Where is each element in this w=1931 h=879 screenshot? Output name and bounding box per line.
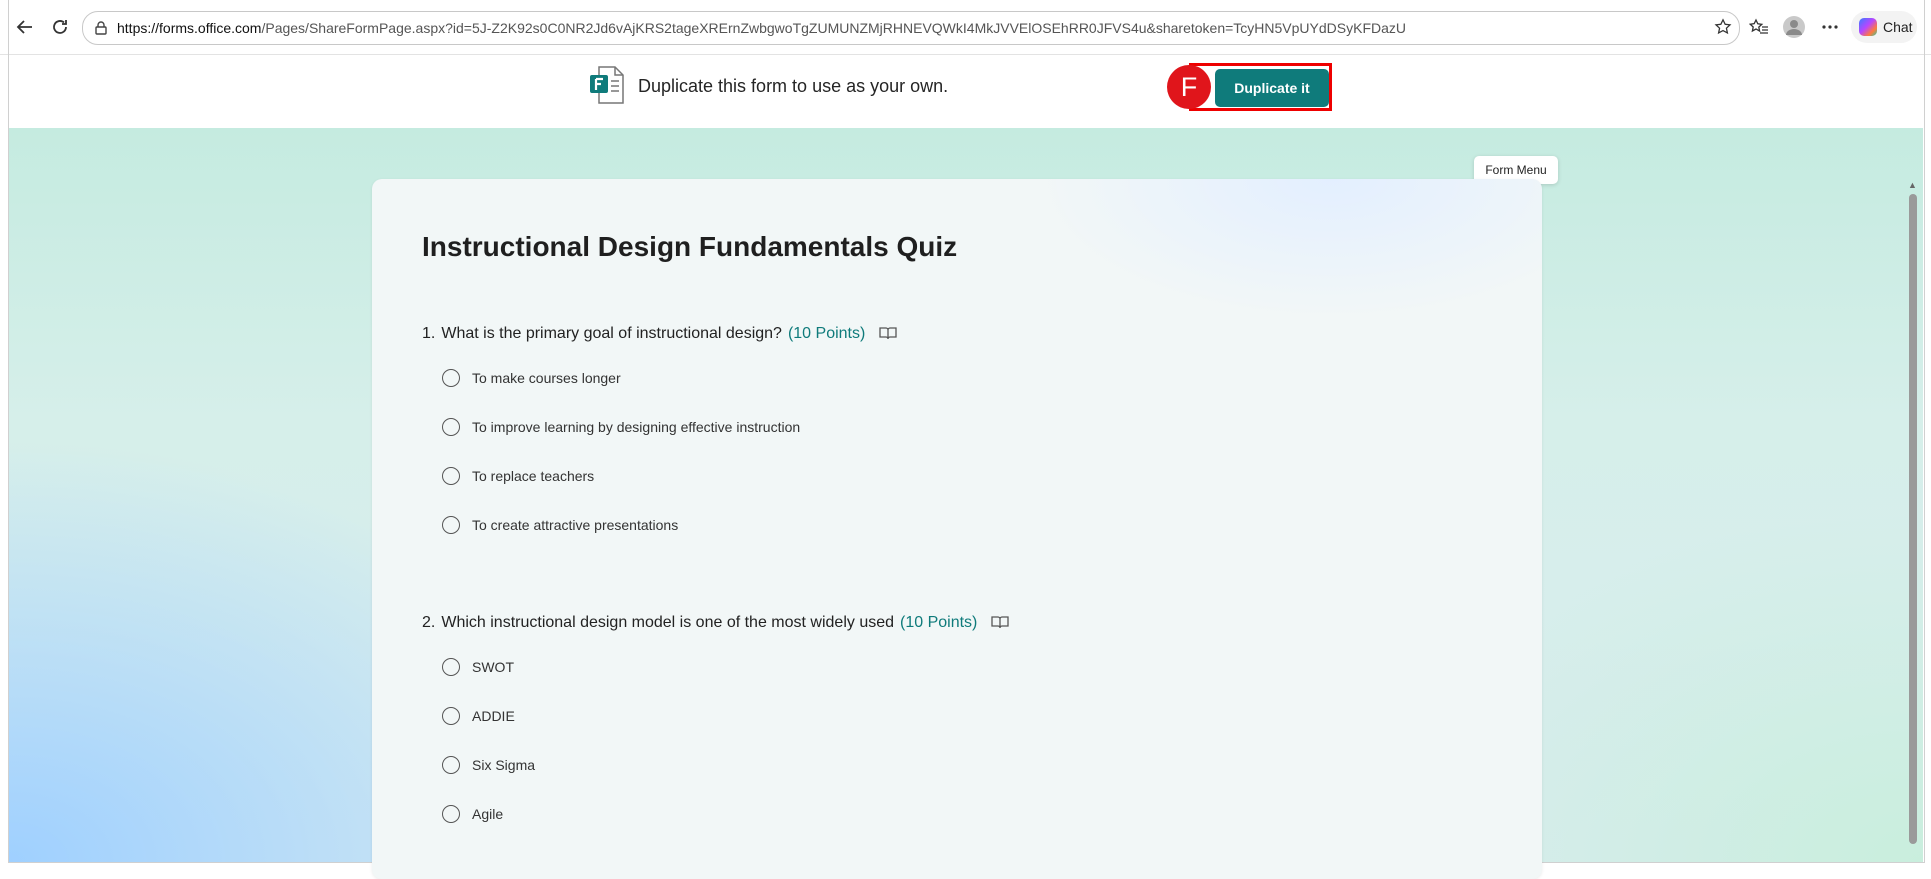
option-radio[interactable]: To improve learning by designing effecti… [442,418,800,436]
form-card: Instructional Design Fundamentals Quiz 1… [372,179,1542,879]
option-label: To make courses longer [472,370,621,386]
option-radio[interactable]: Agile [442,805,503,823]
duplicate-banner: Duplicate this form to use as your own. … [9,55,1923,128]
option-radio[interactable]: To create attractive presentations [442,516,678,534]
question-points: (10 Points) [787,325,866,342]
radio-button[interactable] [442,418,460,436]
question-2: 2. Which instructional design model is o… [422,614,1010,632]
radio-button[interactable] [442,658,460,676]
radio-button[interactable] [442,707,460,725]
radio-button[interactable] [442,756,460,774]
scroll-up-arrow-icon[interactable]: ▲ [1908,180,1917,190]
question-points: (10 Points) [900,614,978,631]
question-text: What is the primary goal of instructiona… [441,325,782,342]
option-radio[interactable]: SWOT [442,658,514,676]
form-title: Instructional Design Fundamentals Quiz [422,231,958,262]
question-text: Which instructional design model is one … [441,614,895,631]
option-label: SWOT [472,659,514,675]
option-radio[interactable]: To replace teachers [442,467,594,485]
immersive-reader-icon[interactable] [879,326,897,342]
page-scrollbar[interactable]: ▲ [1906,178,1920,862]
radio-button[interactable] [442,369,460,387]
banner-message: Duplicate this form to use as your own. [638,76,949,96]
option-label: To create attractive presentations [472,517,679,533]
step-badge: F [1167,65,1211,109]
option-radio[interactable]: ADDIE [442,707,515,725]
immersive-reader-icon[interactable] [991,615,1010,631]
question-number: 2. [422,614,436,631]
option-label: To replace teachers [472,468,595,484]
option-radio[interactable]: To make courses longer [442,369,621,387]
forms-file-icon [589,65,625,105]
question-1: 1. What is the primary goal of instructi… [422,325,897,343]
option-label: ADDIE [472,708,515,724]
option-label: To improve learning by designing effecti… [472,419,801,435]
option-label: Agile [472,806,504,822]
radio-button[interactable] [442,805,460,823]
radio-button[interactable] [442,516,460,534]
radio-button[interactable] [442,467,460,485]
question-number: 1. [422,325,436,342]
option-label: Six Sigma [472,757,536,773]
scrollbar-thumb[interactable] [1909,194,1917,844]
duplicate-it-button[interactable]: Duplicate it [1215,69,1329,107]
option-radio[interactable]: Six Sigma [442,756,535,774]
